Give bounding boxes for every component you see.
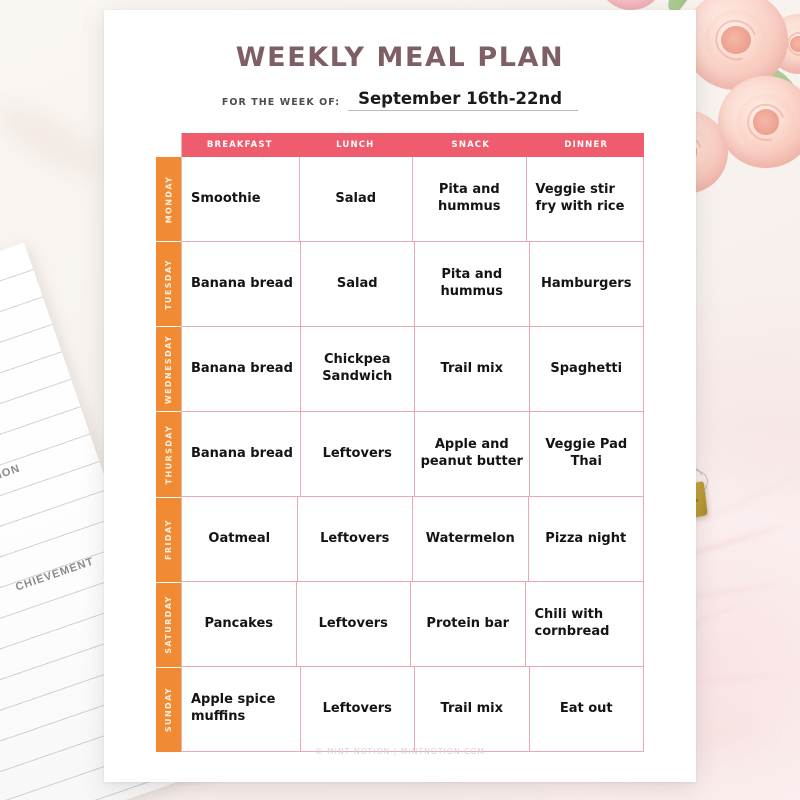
- meal-cell-breakfast[interactable]: Smoothie: [182, 157, 300, 241]
- column-header-breakfast: BREAKFAST: [206, 140, 273, 150]
- meal-cell-lunch[interactable]: Leftovers: [297, 582, 411, 666]
- meal-cell-lunch[interactable]: Leftovers: [301, 412, 415, 496]
- meal-cell-breakfast[interactable]: Pancakes: [182, 582, 297, 666]
- meal-cell-snack[interactable]: Pita and hummus: [413, 157, 527, 241]
- day-label-text: THURSDAY: [164, 424, 174, 485]
- day-label-text: TUESDAY: [164, 258, 173, 310]
- meal-cell-lunch[interactable]: Salad: [301, 242, 415, 326]
- day-label-text: WEDNESDAY: [164, 334, 173, 404]
- page-title: WEEKLY MEAL PLAN: [235, 42, 565, 73]
- day-label-tuesday: TUESDAY: [156, 242, 181, 328]
- meal-cell-dinner[interactable]: Spaghetti: [530, 327, 644, 411]
- meal-cell-breakfast[interactable]: Oatmeal: [182, 497, 298, 581]
- day-label-thursday: THURSDAY: [156, 412, 181, 498]
- meal-cell-breakfast[interactable]: Banana bread: [182, 412, 301, 496]
- day-label-sunday: SUNDAY: [156, 667, 181, 752]
- meal-cell-snack[interactable]: Apple and peanut butter: [415, 412, 530, 496]
- week-of-field: FOR THE WEEK OF: September 16th-22nd: [156, 89, 644, 111]
- meal-cell-snack[interactable]: Pita and hummus: [415, 242, 530, 326]
- meal-cell-dinner[interactable]: Eat out: [530, 667, 644, 751]
- meal-grid: BREAKFAST LUNCH SNACK DINNER Smoothie Sa…: [181, 133, 644, 752]
- meal-cell-dinner[interactable]: Veggie Pad Thai: [530, 412, 644, 496]
- day-label-text: SATURDAY: [164, 595, 174, 655]
- rose-icon: [598, 0, 664, 10]
- meal-cell-snack[interactable]: Trail mix: [415, 327, 530, 411]
- day-label-text: MONDAY: [164, 175, 173, 223]
- meal-cell-breakfast[interactable]: Banana bread: [182, 327, 301, 411]
- meal-cell-snack[interactable]: Protein bar: [411, 582, 526, 666]
- meal-cell-lunch[interactable]: Leftovers: [298, 497, 413, 581]
- table-row: Banana bread Chickpea Sandwich Trail mix…: [182, 327, 643, 412]
- rose-icon: [718, 76, 800, 168]
- meal-cell-lunch[interactable]: Chickpea Sandwich: [301, 327, 415, 411]
- meal-cell-snack[interactable]: Trail mix: [415, 667, 530, 751]
- column-header-snack: SNACK: [451, 140, 490, 150]
- meal-cell-dinner[interactable]: Veggie stir fry with rice: [527, 157, 644, 241]
- meal-cell-breakfast[interactable]: Banana bread: [182, 242, 301, 326]
- table-row: Smoothie Salad Pita and hummus Veggie st…: [182, 157, 643, 242]
- day-label-friday: FRIDAY: [156, 497, 181, 583]
- week-of-input[interactable]: September 16th-22nd: [348, 89, 579, 111]
- table-body: Smoothie Salad Pita and hummus Veggie st…: [182, 157, 644, 752]
- meal-plan-table: MONDAY TUESDAY WEDNESDAY THURSDAY FRIDAY…: [156, 133, 644, 752]
- day-label-text: SUNDAY: [164, 687, 173, 733]
- day-label-monday: MONDAY: [156, 157, 181, 243]
- table-row: Banana bread Salad Pita and hummus Hambu…: [182, 242, 643, 327]
- week-of-label: FOR THE WEEK OF:: [221, 97, 341, 108]
- day-label-saturday: SATURDAY: [156, 582, 181, 668]
- column-header-dinner: DINNER: [564, 140, 609, 150]
- meal-plan-printable: WEEKLY MEAL PLAN FOR THE WEEK OF: Septem…: [104, 10, 696, 782]
- table-row: Oatmeal Leftovers Watermelon Pizza night: [182, 497, 643, 582]
- day-column-spacer: [156, 133, 181, 157]
- day-label-text: FRIDAY: [164, 519, 173, 561]
- table-row: Apple spice muffins Leftovers Trail mix …: [182, 667, 643, 751]
- meal-cell-dinner[interactable]: Hamburgers: [530, 242, 644, 326]
- meal-cell-snack[interactable]: Watermelon: [413, 497, 529, 581]
- meal-cell-breakfast[interactable]: Apple spice muffins: [182, 667, 301, 751]
- table-row: Pancakes Leftovers Protein bar Chili wit…: [182, 582, 643, 667]
- day-label-column: MONDAY TUESDAY WEDNESDAY THURSDAY FRIDAY…: [156, 133, 181, 752]
- footer-credit: © MINT NOTION | MINTNOTION.COM: [315, 747, 485, 756]
- column-header-lunch: LUNCH: [336, 140, 375, 150]
- meal-cell-lunch[interactable]: Salad: [300, 157, 413, 241]
- day-label-wednesday: WEDNESDAY: [156, 327, 181, 413]
- meal-cell-dinner[interactable]: Chili with cornbread: [526, 582, 644, 666]
- meal-cell-dinner[interactable]: Pizza night: [529, 497, 644, 581]
- meal-cell-lunch[interactable]: Leftovers: [301, 667, 415, 751]
- table-header-row: BREAKFAST LUNCH SNACK DINNER: [182, 133, 644, 157]
- table-row: Banana bread Leftovers Apple and peanut …: [182, 412, 643, 497]
- marble-vein: [0, 92, 112, 188]
- card-content: WEEKLY MEAL PLAN FOR THE WEEK OF: Septem…: [156, 42, 644, 752]
